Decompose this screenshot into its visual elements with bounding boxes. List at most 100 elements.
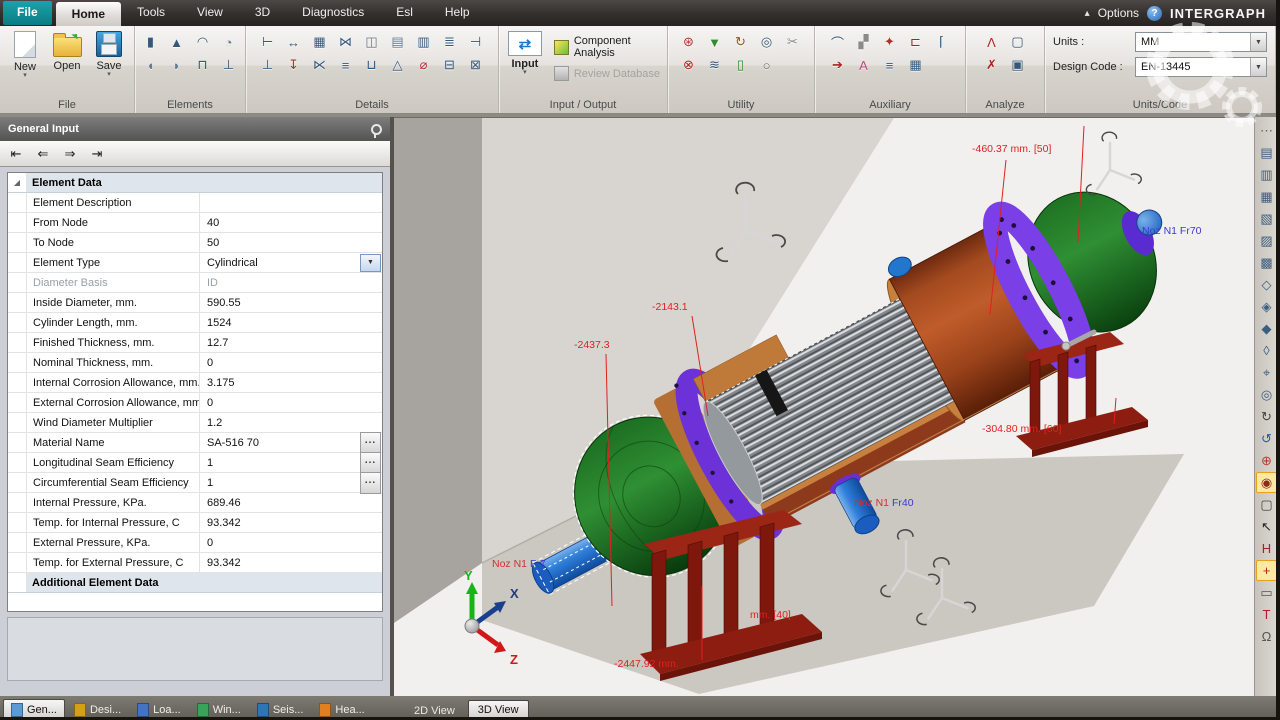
- filter-icon[interactable]: ▼: [703, 33, 727, 51]
- next-record-button[interactable]: ⇒: [58, 144, 82, 163]
- sphere-icon[interactable]: ○: [755, 56, 779, 74]
- toolbar-grip[interactable]: ⋯: [1256, 120, 1277, 141]
- units-combobox[interactable]: MM ▼: [1135, 32, 1267, 52]
- property-value-cell[interactable]: 3.175: [200, 373, 382, 392]
- property-value-cell[interactable]: SA-516 70...: [200, 431, 382, 454]
- property-row[interactable]: Internal Corrosion Allowance, mm. 3.175: [8, 373, 382, 393]
- leg-support-detail-icon[interactable]: ⊥: [256, 56, 280, 74]
- node-increment-icon[interactable]: ⊛: [677, 33, 701, 51]
- browse-button[interactable]: ...: [360, 471, 381, 494]
- stiffening-ring-detail-icon[interactable]: ▦: [308, 33, 332, 51]
- property-row[interactable]: Element Type Cylindrical ▼: [8, 253, 382, 273]
- property-row[interactable]: Cylinder Length, mm. 1524: [8, 313, 382, 333]
- nozzle-detail-icon[interactable]: ↔: [282, 33, 306, 51]
- property-row[interactable]: Inside Diameter, mm. 590.55: [8, 293, 382, 313]
- packing-detail-icon[interactable]: ≣: [438, 33, 462, 51]
- pick-icon[interactable]: ✦: [878, 33, 902, 51]
- analyze-model-icon[interactable]: Λ: [980, 33, 1004, 51]
- property-value-cell[interactable]: 40: [200, 213, 382, 232]
- menu-tab-help[interactable]: Help: [429, 0, 486, 26]
- property-row[interactable]: External Pressure, KPa. 0: [8, 533, 382, 553]
- terrain-icon[interactable]: ▞: [852, 33, 876, 51]
- brace-detail-icon[interactable]: ⋉: [308, 56, 332, 74]
- property-value-cell[interactable]: 1.2: [200, 413, 382, 432]
- basering-detail-icon[interactable]: ⊔: [360, 56, 384, 74]
- select-icon[interactable]: ↖: [1256, 516, 1277, 537]
- grid-detail-icon[interactable]: ⊠: [464, 56, 488, 74]
- view-iso-nw-icon[interactable]: ◈: [1256, 296, 1277, 317]
- property-row[interactable]: Temp. for External Pressure, C 93.342: [8, 553, 382, 573]
- rotate-model-icon[interactable]: ↻: [729, 33, 753, 51]
- view-iso-ne-icon[interactable]: ◇: [1256, 274, 1277, 295]
- menu-tab-file[interactable]: File: [3, 1, 52, 25]
- tee-icon[interactable]: T: [1256, 604, 1277, 625]
- property-value-cell[interactable]: 1...: [200, 451, 382, 474]
- component-analysis-button[interactable]: Component Analysis: [553, 35, 664, 59]
- force-moment-detail-icon[interactable]: ↧: [282, 56, 306, 74]
- menu-tab-diagnostics[interactable]: Diagnostics: [286, 0, 380, 26]
- view-iso-sw-icon[interactable]: ◊: [1256, 340, 1277, 361]
- bolt-circle-detail-icon[interactable]: ⌀: [412, 56, 436, 74]
- chevron-down-icon[interactable]: ▼: [1250, 58, 1266, 76]
- property-value-cell[interactable]: ID: [200, 273, 382, 292]
- omega-icon[interactable]: Ω: [1256, 626, 1277, 647]
- show-box-icon[interactable]: ▭: [1256, 582, 1277, 603]
- calculator-icon[interactable]: ▦: [904, 56, 928, 74]
- weld-seam-detail-icon[interactable]: ≡: [334, 56, 358, 74]
- tray-detail-icon[interactable]: ▥: [412, 33, 436, 51]
- material-bar-icon[interactable]: ▯: [729, 56, 753, 74]
- property-value-cell[interactable]: 93.342: [200, 513, 382, 532]
- menu-tab-3d[interactable]: 3D: [239, 0, 286, 26]
- chevron-down-icon[interactable]: ▼: [1250, 33, 1266, 51]
- view-cube-front-icon[interactable]: ▦: [1256, 186, 1277, 207]
- property-row[interactable]: Longitudinal Seam Efficiency 1...: [8, 451, 382, 474]
- file-open-button[interactable]: Open: [46, 29, 88, 72]
- clip-detail-icon[interactable]: ⊣: [464, 33, 488, 51]
- prev-record-button[interactable]: ⇐: [31, 144, 55, 163]
- property-value-cell[interactable]: 0: [200, 393, 382, 412]
- menu-tab-view[interactable]: View: [181, 0, 239, 26]
- property-row[interactable]: From Node 40: [8, 213, 382, 233]
- view-cube-right-icon[interactable]: ▩: [1256, 252, 1277, 273]
- property-row[interactable]: To Node 50: [8, 233, 382, 253]
- collapse-icon[interactable]: ◢: [14, 178, 20, 187]
- view-cube-iso-icon[interactable]: ▤: [1256, 142, 1277, 163]
- spherical-head-element-icon[interactable]: ◗: [165, 56, 189, 74]
- property-row[interactable]: Material Name SA-516 70...: [8, 431, 382, 454]
- property-row[interactable]: Nominal Thickness, mm. 0: [8, 353, 382, 373]
- section-header-row[interactable]: ◢ Element Data: [8, 173, 382, 193]
- review-database-button[interactable]: Review Database: [553, 66, 664, 81]
- 3d-viewport[interactable]: -2143.1 -2437.3 -460.37 mm. [50] -304.80…: [394, 117, 1254, 697]
- help-icon[interactable]: ?: [1147, 5, 1163, 21]
- property-value-cell[interactable]: 12.7: [200, 333, 382, 352]
- list-icon[interactable]: ≡: [878, 56, 902, 74]
- zoom-window-icon[interactable]: ⌖: [1256, 362, 1277, 383]
- property-value-cell[interactable]: 689.46: [200, 493, 382, 512]
- plate-detail-icon[interactable]: ⊟: [438, 56, 462, 74]
- lining-detail-icon[interactable]: ▤: [386, 33, 410, 51]
- browse-button[interactable]: ...: [360, 451, 381, 474]
- cone-detail-icon[interactable]: △: [386, 56, 410, 74]
- select-window-icon[interactable]: ▢: [1256, 494, 1277, 515]
- property-value-cell[interactable]: 0: [200, 353, 382, 372]
- menu-tab-esl[interactable]: Esl: [380, 0, 429, 26]
- view-cube-back-icon[interactable]: ▧: [1256, 208, 1277, 229]
- find-icon[interactable]: ◎: [755, 33, 779, 51]
- measure-icon[interactable]: ◉: [1256, 472, 1277, 493]
- database-icon[interactable]: ≋: [703, 56, 727, 74]
- last-record-button[interactable]: ⇥: [85, 144, 109, 163]
- zoom-extents-icon[interactable]: ◎: [1256, 384, 1277, 405]
- property-value-cell[interactable]: 1...: [200, 471, 382, 494]
- file-save-button[interactable]: Save ▾: [88, 29, 130, 78]
- clamp-icon[interactable]: ⊏: [904, 33, 928, 51]
- export-icon[interactable]: ➔: [826, 56, 850, 74]
- property-value-cell[interactable]: [200, 193, 382, 212]
- saddle-detail-icon[interactable]: ⋈: [334, 33, 358, 51]
- property-value-cell[interactable]: 93.342: [200, 553, 382, 572]
- skirt-element-icon[interactable]: ⊓: [191, 56, 215, 74]
- pan-icon[interactable]: ⊕: [1256, 450, 1277, 471]
- error-check-icon[interactable]: ✗: [980, 56, 1004, 74]
- browse-button[interactable]: ...: [360, 431, 381, 454]
- detach-icon[interactable]: ✂: [781, 33, 805, 51]
- view-iso-se-icon[interactable]: ◆: [1256, 318, 1277, 339]
